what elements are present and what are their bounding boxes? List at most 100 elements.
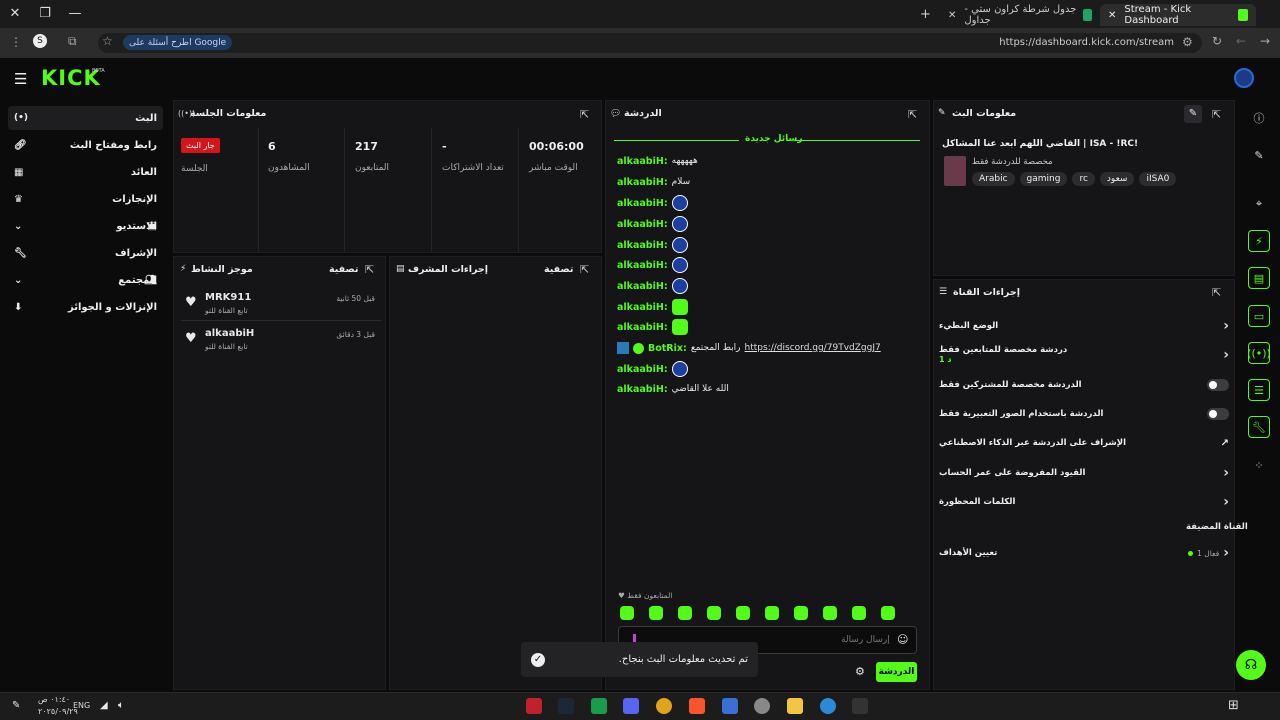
epic-taskbar-icon[interactable] bbox=[852, 698, 868, 714]
info-icon[interactable]: ⓘ bbox=[1248, 107, 1270, 129]
ai-moderation-row[interactable]: الإشراف على الدردشة عبر الذكاء الاصطناعي… bbox=[939, 433, 1229, 453]
broadcast-icon[interactable]: ((•)) bbox=[1247, 342, 1271, 364]
extension-icon[interactable]: S bbox=[33, 34, 47, 48]
discord-link[interactable]: https://discord.gg/79TvdZggJ7 bbox=[745, 343, 881, 353]
expand-icon[interactable]: ⇱ bbox=[365, 263, 374, 276]
wrench-icon[interactable]: 🔧︎ bbox=[1248, 416, 1270, 438]
chat-settings-icon[interactable]: ⚙ bbox=[855, 665, 865, 678]
feed-item: ♥ MRK911 تابع القناة للتو قبل 50 ثانية bbox=[185, 292, 375, 315]
nav-achievements[interactable]: ♛ الإنجازات bbox=[8, 187, 163, 211]
emote-icon[interactable] bbox=[707, 606, 721, 620]
banned-words-row[interactable]: الكلمات المحظورة › bbox=[939, 492, 1229, 512]
new-tab-icon[interactable]: + bbox=[920, 7, 931, 22]
tab-kick-dashboard[interactable]: ✕ Stream - Kick Dashboard bbox=[1100, 4, 1256, 26]
explorer-taskbar-icon[interactable] bbox=[787, 698, 803, 714]
star-bookmark-icon[interactable]: ☆ bbox=[102, 34, 113, 48]
expand-icon[interactable]: ⇱ bbox=[1212, 108, 1221, 121]
xbox-taskbar-icon[interactable] bbox=[591, 698, 607, 714]
emote-icon[interactable] bbox=[678, 606, 692, 620]
taskbar-lang[interactable]: ENG bbox=[73, 701, 90, 710]
edit-button[interactable]: ✎ bbox=[1184, 105, 1202, 123]
nav-revenue[interactable]: ▦ العائد bbox=[8, 160, 163, 184]
help-button[interactable]: ☊ bbox=[1236, 650, 1266, 680]
tab-close-icon[interactable]: ✕ bbox=[948, 10, 956, 21]
brave-taskbar-icon[interactable] bbox=[689, 698, 705, 714]
goals-row[interactable]: تعيين الأهداف فعال 1 › bbox=[939, 543, 1229, 563]
site-settings-icon[interactable]: ⚙ bbox=[1182, 35, 1193, 49]
bolt-icon[interactable]: ⚡ bbox=[1248, 230, 1270, 252]
nav-drops[interactable]: ⬇ الإنزالات و الجوائز bbox=[8, 295, 163, 319]
volume-icon[interactable]: 🔈︎ bbox=[118, 700, 124, 711]
opera-taskbar-icon[interactable] bbox=[526, 698, 542, 714]
category-name[interactable]: مخصصة للدردشة فقط bbox=[972, 157, 1053, 167]
list-icon[interactable]: ▤ bbox=[1248, 267, 1270, 289]
start-menu-icon[interactable]: ⊞ bbox=[1228, 698, 1239, 713]
share-icon[interactable]: ⧉ bbox=[68, 34, 77, 49]
edge-taskbar-icon[interactable] bbox=[820, 698, 836, 714]
nav-studio[interactable]: ⌄ الاستديو ▣ bbox=[8, 214, 163, 238]
expand-icon[interactable]: ⇱ bbox=[1212, 286, 1221, 299]
expand-icon[interactable]: ⇱ bbox=[908, 108, 917, 121]
url-text[interactable]: https://dashboard.kick.com/stream bbox=[999, 37, 1174, 48]
stat-viewers: 6 المشاهدون bbox=[268, 140, 310, 173]
nav-stream-key[interactable]: 🔗︎ رابط ومفتاح البث bbox=[8, 133, 163, 157]
mod-filter[interactable]: تصفية bbox=[544, 264, 573, 275]
subscribers-only-toggle[interactable] bbox=[1207, 379, 1229, 391]
emoji-icon[interactable]: ☺ bbox=[897, 633, 908, 646]
live-signal-icon: ((•)) bbox=[178, 109, 196, 118]
restore-window-icon[interactable]: ❐ bbox=[30, 6, 60, 21]
tag: gaming bbox=[1019, 172, 1068, 186]
account-age-row[interactable]: القيود المفروضة على عمر الحساب › bbox=[939, 463, 1229, 483]
forward-icon[interactable]: → bbox=[1260, 34, 1270, 48]
chat-message: alkaabiH: سلام bbox=[617, 176, 691, 188]
category-thumbnail bbox=[944, 156, 966, 186]
minimize-window-icon[interactable]: — bbox=[60, 6, 90, 21]
sliders-icon: ☰ bbox=[939, 287, 948, 297]
emotes-only-toggle[interactable] bbox=[1207, 408, 1229, 420]
tab-sheets[interactable]: ✕ جدول شرطة كراون ستي - جداول bbox=[940, 4, 1100, 26]
discord-taskbar-icon[interactable] bbox=[623, 698, 639, 714]
emote-icon[interactable] bbox=[881, 606, 895, 620]
close-window-icon[interactable]: ✕ bbox=[0, 6, 30, 21]
wifi-icon[interactable]: ◢ bbox=[100, 700, 108, 711]
followers-only-row[interactable]: دردشة مخصصة للمتابعين فقط 1 د › bbox=[939, 345, 1229, 365]
chrome-taskbar-icon[interactable] bbox=[656, 698, 672, 714]
focus-icon[interactable]: ⌖ bbox=[1248, 193, 1270, 215]
pencil-icon[interactable]: ✎ bbox=[1248, 144, 1270, 166]
reload-icon[interactable]: ↻ bbox=[1212, 34, 1222, 48]
sliders-icon[interactable]: ☰ bbox=[1248, 379, 1270, 401]
nav-stream[interactable]: (•) البث bbox=[8, 106, 163, 130]
emote-icon[interactable] bbox=[620, 606, 634, 620]
feed-item: ♥ alkaabiH تابع القناة للتو قبل 3 دقائق bbox=[185, 328, 375, 351]
app-taskbar-icon[interactable] bbox=[722, 698, 738, 714]
emote-icon[interactable] bbox=[794, 606, 808, 620]
chat-message: alkaabiH: bbox=[617, 298, 688, 316]
app-taskbar-icon[interactable] bbox=[754, 698, 770, 714]
more-widgets-icon[interactable]: ⁘ bbox=[1248, 454, 1270, 476]
studio-icon: ▣ bbox=[147, 220, 157, 232]
menu-dots-icon[interactable]: ⋮ bbox=[10, 35, 22, 49]
chat-icon[interactable]: ▭ bbox=[1248, 305, 1270, 327]
chat-send-button[interactable]: الدردشة bbox=[876, 662, 917, 682]
expand-icon[interactable]: ⇱ bbox=[580, 108, 589, 121]
emote-icon[interactable] bbox=[823, 606, 837, 620]
steam-taskbar-icon[interactable] bbox=[558, 698, 574, 714]
back-icon[interactable]: ← bbox=[1236, 34, 1246, 48]
slow-mode-row[interactable]: الوضع البطيء › bbox=[939, 316, 1229, 336]
activity-filter[interactable]: تصفية bbox=[329, 264, 358, 275]
expand-icon[interactable]: ⇱ bbox=[580, 263, 589, 276]
ask-google-button[interactable]: اطرح أسئلة على Google bbox=[123, 35, 233, 50]
emote-icon[interactable] bbox=[649, 606, 663, 620]
nav-community[interactable]: ⌄ المجتمع 👥︎ bbox=[8, 268, 163, 292]
stream-info-panel bbox=[933, 100, 1235, 276]
notification-icon[interactable]: ✎ bbox=[12, 700, 20, 711]
profile-avatar[interactable] bbox=[1234, 68, 1254, 88]
hamburger-menu-icon[interactable]: ☰ bbox=[14, 70, 27, 88]
chevron-right-icon: › bbox=[1223, 465, 1229, 481]
nav-moderation[interactable]: 🔧︎ الإشراف bbox=[8, 241, 163, 265]
emote-icon[interactable] bbox=[765, 606, 779, 620]
tab-close-icon[interactable]: ✕ bbox=[1108, 10, 1116, 21]
emote-icon[interactable] bbox=[852, 606, 866, 620]
chat-message: alkaabiH: bbox=[617, 360, 688, 378]
emote-icon[interactable] bbox=[736, 606, 750, 620]
